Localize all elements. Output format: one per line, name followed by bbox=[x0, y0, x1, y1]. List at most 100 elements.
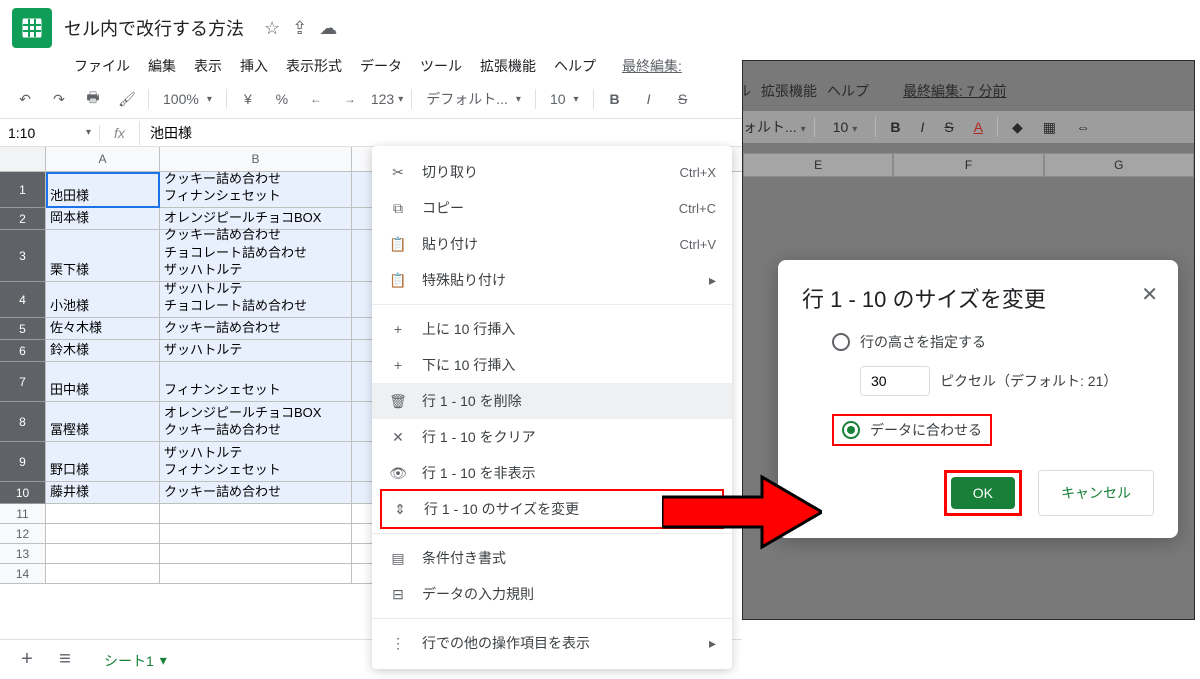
select-all-corner[interactable] bbox=[0, 147, 46, 171]
cell[interactable]: ザッハトルテ フィナンシェセット bbox=[160, 442, 352, 482]
cell[interactable]: 岡本様 bbox=[46, 208, 160, 230]
cell[interactable] bbox=[160, 504, 352, 524]
cell[interactable]: オレンジピールチョコBOX クッキー詰め合わせ bbox=[160, 402, 352, 442]
move-icon[interactable]: ⇪ bbox=[292, 18, 307, 39]
ctx-paste-special[interactable]: 📋特殊貼り付け bbox=[372, 262, 732, 298]
cell[interactable]: クッキー詰め合わせ bbox=[160, 482, 352, 504]
ctx-insert-below[interactable]: +下に 10 行挿入 bbox=[372, 347, 732, 383]
ctx-more-row-actions[interactable]: ⋮行での他の操作項目を表示 bbox=[372, 625, 732, 661]
menu-edit[interactable]: 編集 bbox=[142, 52, 182, 80]
dialog-close-button[interactable]: ✕ bbox=[1141, 282, 1158, 307]
ctx-conditional-format[interactable]: ▤条件付き書式 bbox=[372, 540, 732, 576]
undo-icon[interactable]: ↶ bbox=[12, 86, 38, 112]
cell[interactable]: 小池様 bbox=[46, 282, 160, 318]
cell[interactable]: クッキー詰め合わせ チョコレート詰め合わせ ザッハトルテ bbox=[160, 230, 352, 282]
cell[interactable]: 池田様 bbox=[46, 172, 160, 208]
menu-data[interactable]: データ bbox=[354, 52, 408, 80]
row-header[interactable]: 9 bbox=[0, 442, 46, 482]
menu-format[interactable]: 表示形式 bbox=[280, 52, 348, 80]
ctx-clear-rows[interactable]: ✕行 1 - 10 をクリア bbox=[372, 419, 732, 455]
row-header[interactable]: 6 bbox=[0, 340, 46, 362]
cell[interactable] bbox=[46, 564, 160, 584]
row-header[interactable]: 12 bbox=[0, 524, 46, 544]
font-size-select[interactable]: 10 bbox=[544, 91, 585, 107]
currency-button[interactable]: ¥ bbox=[235, 86, 261, 112]
increase-decimal-button[interactable]: → bbox=[337, 86, 363, 112]
cell[interactable]: 藤井様 bbox=[46, 482, 160, 504]
row-header[interactable]: 4 bbox=[0, 282, 46, 318]
doc-title[interactable]: セル内で改行する方法 bbox=[64, 15, 244, 41]
paste-special-icon: 📋 bbox=[388, 270, 408, 290]
row-header[interactable]: 14 bbox=[0, 564, 46, 584]
cell[interactable] bbox=[160, 524, 352, 544]
zoom-select[interactable]: 100% bbox=[157, 91, 218, 107]
add-sheet-button[interactable]: + bbox=[12, 645, 42, 675]
menu-file[interactable]: ファイル bbox=[68, 52, 136, 80]
ctx-hide-rows[interactable]: 👁行 1 - 10 を非表示 bbox=[372, 455, 732, 491]
cell[interactable]: 栗下様 bbox=[46, 230, 160, 282]
cell[interactable] bbox=[46, 524, 160, 544]
bold-button[interactable]: B bbox=[602, 86, 628, 112]
row-header[interactable]: 2 bbox=[0, 208, 46, 230]
last-edit-link[interactable]: 最終編集: bbox=[616, 52, 688, 80]
ctx-insert-above[interactable]: +上に 10 行挿入 bbox=[372, 311, 732, 347]
radio-specify-height[interactable]: 行の高さを指定する bbox=[832, 332, 1154, 352]
ctx-copy[interactable]: ⧉コピーCtrl+C bbox=[372, 190, 732, 226]
row-header[interactable]: 1 bbox=[0, 172, 46, 208]
col-header-b[interactable]: B bbox=[160, 147, 352, 171]
cell[interactable]: フィナンシェセット bbox=[160, 362, 352, 402]
redo-icon[interactable]: ↷ bbox=[46, 86, 72, 112]
menu-view[interactable]: 表示 bbox=[188, 52, 228, 80]
cell[interactable]: クッキー詰め合わせ bbox=[160, 318, 352, 340]
decrease-decimal-button[interactable]: ← bbox=[303, 86, 329, 112]
cell[interactable]: 鈴木様 bbox=[46, 340, 160, 362]
cell[interactable] bbox=[46, 544, 160, 564]
cell[interactable]: ザッハトルテ bbox=[160, 340, 352, 362]
row-header[interactable]: 13 bbox=[0, 544, 46, 564]
italic-button[interactable]: I bbox=[636, 86, 662, 112]
number-format-select[interactable]: 123 bbox=[371, 86, 403, 112]
menu-insert[interactable]: 挿入 bbox=[234, 52, 274, 80]
cell[interactable]: 野口様 bbox=[46, 442, 160, 482]
cell[interactable] bbox=[46, 504, 160, 524]
menu-extensions[interactable]: 拡張機能 bbox=[474, 52, 542, 80]
pixel-input[interactable] bbox=[860, 366, 930, 396]
cell[interactable]: ザッハトルテ チョコレート詰め合わせ bbox=[160, 282, 352, 318]
row-header[interactable]: 7 bbox=[0, 362, 46, 402]
menu-tools[interactable]: ツール bbox=[414, 52, 468, 80]
sheets-logo-icon[interactable] bbox=[12, 8, 52, 48]
ctx-data-validation[interactable]: ⊟データの入力規則 bbox=[372, 576, 732, 612]
percent-button[interactable]: % bbox=[269, 86, 295, 112]
strike-button[interactable]: S bbox=[670, 86, 696, 112]
cell[interactable] bbox=[160, 564, 352, 584]
sheet-tab-1[interactable]: シート1 ▾ bbox=[88, 643, 183, 677]
row-header[interactable]: 8 bbox=[0, 402, 46, 442]
formula-value[interactable]: 池田様 bbox=[140, 123, 202, 143]
col-header-a[interactable]: A bbox=[46, 147, 160, 171]
row-header[interactable]: 3 bbox=[0, 230, 46, 282]
ctx-paste[interactable]: 📋貼り付けCtrl+V bbox=[372, 226, 732, 262]
cell[interactable]: 田中様 bbox=[46, 362, 160, 402]
paint-format-icon[interactable]: 🖌 bbox=[114, 86, 140, 112]
print-icon[interactable]: 🖶 bbox=[80, 86, 106, 112]
sheet-tab-dropdown-icon[interactable]: ▾ bbox=[160, 652, 167, 669]
cell[interactable]: 冨樫様 bbox=[46, 402, 160, 442]
all-sheets-button[interactable]: ≡ bbox=[50, 645, 80, 675]
row-header[interactable]: 5 bbox=[0, 318, 46, 340]
cell[interactable] bbox=[160, 544, 352, 564]
ctx-resize-rows[interactable]: ⇕行 1 - 10 のサイズを変更 bbox=[382, 491, 714, 527]
cell[interactable]: 佐々木様 bbox=[46, 318, 160, 340]
radio-fit-data[interactable]: データに合わせる bbox=[842, 420, 982, 440]
font-select[interactable]: デフォルト... bbox=[420, 89, 527, 109]
cloud-icon[interactable]: ☁ bbox=[319, 18, 337, 39]
ok-button[interactable]: OK bbox=[951, 477, 1015, 509]
cancel-button[interactable]: キャンセル bbox=[1038, 470, 1154, 516]
row-header[interactable]: 10 bbox=[0, 482, 46, 504]
star-icon[interactable]: ☆ bbox=[264, 18, 280, 39]
name-box[interactable]: 1:10 bbox=[0, 125, 100, 141]
ctx-cut[interactable]: ✂切り取りCtrl+X bbox=[372, 154, 732, 190]
menu-help[interactable]: ヘルプ bbox=[548, 52, 602, 80]
row-header[interactable]: 11 bbox=[0, 504, 46, 524]
cell[interactable]: クッキー詰め合わせ フィナンシェセット bbox=[160, 172, 352, 208]
ctx-delete-rows[interactable]: 🗑行 1 - 10 を削除 bbox=[372, 383, 732, 419]
